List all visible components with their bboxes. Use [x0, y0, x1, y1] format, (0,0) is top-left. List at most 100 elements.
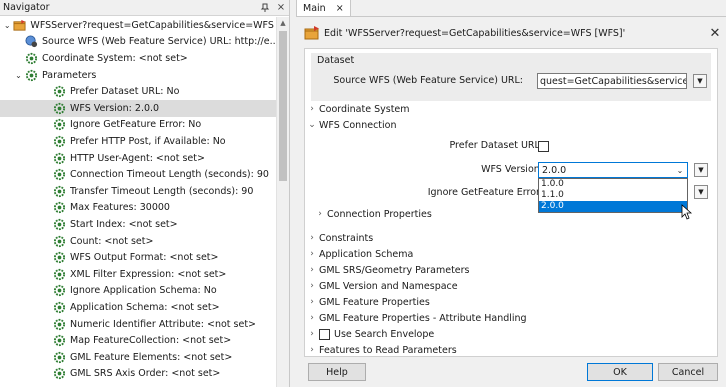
- chevron-right-icon: ›: [310, 345, 314, 355]
- wfs-version-select[interactable]: 2.0.0 ⌄: [538, 162, 688, 178]
- tree-item-param[interactable]: Transfer Timeout Length (seconds): 90: [0, 183, 276, 200]
- chevron-down-icon[interactable]: ⌄: [13, 71, 24, 80]
- chevron-down-icon[interactable]: ⌄: [2, 21, 12, 30]
- section-gml-version-namespace[interactable]: › GML Version and Namespace: [305, 278, 717, 294]
- gear-icon: [52, 367, 66, 381]
- tree-item-source-url[interactable]: Source WFS (Web Feature Service) URL: ht…: [0, 34, 276, 51]
- tab-main[interactable]: Main ×: [296, 0, 351, 16]
- dataset-section: Dataset Source WFS (Web Feature Service)…: [311, 53, 711, 101]
- ignore-getfeature-label: Ignore GetFeature Error:: [427, 187, 543, 198]
- close-icon[interactable]: ⨯: [273, 0, 289, 16]
- wfs-version-value: 2.0.0: [542, 164, 567, 176]
- tree-item-param[interactable]: Numeric Identifier Attribute: <not set>: [0, 316, 276, 333]
- tree-item-param[interactable]: Start Index: <not set>: [0, 216, 276, 233]
- section-use-search-envelope[interactable]: › Use Search Envelope: [305, 326, 717, 342]
- tree-item-coordinate-system[interactable]: Coordinate System: <not set>: [0, 50, 276, 67]
- tree-item-param[interactable]: HTTP User-Agent: <not set>: [0, 150, 276, 167]
- gear-icon: [52, 251, 66, 265]
- dialog-close-icon[interactable]: ✕: [704, 26, 726, 41]
- gear-icon: [52, 300, 66, 314]
- tree-item-param[interactable]: Prefer Dataset URL: No: [0, 83, 276, 100]
- gear-icon: [52, 317, 66, 331]
- tree-item-label: Application Schema: <not set>: [70, 301, 220, 313]
- tree-item-param[interactable]: GML SRS Axis Order: <not set>: [0, 366, 276, 383]
- cancel-button[interactable]: Cancel: [658, 363, 718, 381]
- section-application-schema[interactable]: › Application Schema: [305, 246, 717, 262]
- tree-item-param[interactable]: Ignore GetFeature Error: No: [0, 117, 276, 134]
- help-button[interactable]: Help: [308, 363, 366, 381]
- section-label: GML Feature Properties - Attribute Handl…: [319, 312, 527, 324]
- tree-item-label: Coordinate System: <not set>: [42, 52, 188, 64]
- dialog-titlebar: Edit 'WFSServer?request=GetCapabilities&…: [296, 20, 726, 46]
- tree-item-param[interactable]: Ignore Application Schema: No: [0, 283, 276, 300]
- wfs-version-menu-button[interactable]: ▼: [694, 163, 708, 177]
- tree-item-parameters[interactable]: ⌄ Parameters: [0, 67, 276, 84]
- tree-item-param[interactable]: Connection Timeout Length (seconds): 90: [0, 166, 276, 183]
- gear-icon: [52, 134, 66, 148]
- navigator-scrollbar[interactable]: ▲: [276, 17, 289, 387]
- section-label: WFS Connection: [319, 119, 397, 131]
- section-gml-srs-geometry[interactable]: › GML SRS/Geometry Parameters: [305, 262, 717, 278]
- wfs-reader-icon: [304, 25, 320, 41]
- tree-item-label: Ignore Application Schema: No: [70, 285, 217, 297]
- section-label: GML Version and Namespace: [319, 280, 458, 292]
- tree-item-param[interactable]: Map FeatureCollection: <not set>: [0, 332, 276, 349]
- gear-icon: [52, 85, 66, 99]
- section-gml-feature-properties[interactable]: › GML Feature Properties: [305, 294, 717, 310]
- source-url-label: Source WFS (Web Feature Service) URL:: [333, 75, 523, 86]
- use-search-envelope-checkbox[interactable]: [319, 328, 330, 340]
- section-label: GML SRS/Geometry Parameters: [319, 264, 470, 276]
- tree-item-param[interactable]: Max Features: 30000: [0, 200, 276, 217]
- section-features-to-read[interactable]: › Features to Read Parameters: [305, 342, 717, 356]
- section-gml-attribute-handling[interactable]: › GML Feature Properties - Attribute Han…: [305, 310, 717, 326]
- chevron-down-icon: ⌄: [676, 165, 684, 175]
- tree-item-param[interactable]: Application Schema: <not set>: [0, 299, 276, 316]
- tree-item-param[interactable]: Prefer HTTP Post, if Available: No: [0, 133, 276, 150]
- tree-item-label: GML SRS Axis Order: <not set>: [70, 368, 221, 380]
- section-label: Features to Read Parameters: [319, 344, 457, 356]
- dropdown-option[interactable]: 1.1.0: [539, 190, 687, 201]
- tree-item-label: GML Feature Elements: <not set>: [70, 351, 233, 363]
- source-url-menu-button[interactable]: ▼: [693, 74, 707, 88]
- wfs-reader-icon: [12, 18, 26, 32]
- source-url-field[interactable]: quest=GetCapabilities&service=WFS: [537, 73, 687, 89]
- dropdown-option[interactable]: 1.0.0: [539, 179, 687, 190]
- tree-item-label: Transfer Timeout Length (seconds): 90: [70, 185, 254, 197]
- navigator-tree: ⌄ WFSServer?request=GetCapabilities&serv…: [0, 17, 276, 387]
- gear-icon: [24, 51, 38, 65]
- gear-icon: [52, 184, 66, 198]
- ok-button[interactable]: OK: [587, 363, 653, 381]
- gear-icon: [52, 168, 66, 182]
- chevron-right-icon: ›: [310, 297, 314, 307]
- section-constraints[interactable]: › Constraints: [305, 230, 717, 246]
- tree-item-wfs-reader[interactable]: ⌄ WFSServer?request=GetCapabilities&serv…: [0, 17, 276, 34]
- tree-item-label: Count: <not set>: [70, 235, 154, 247]
- tree-item-label: WFS Version: 2.0.0: [70, 102, 160, 114]
- tab-close-icon[interactable]: ×: [336, 3, 344, 14]
- gear-icon: [24, 68, 38, 82]
- tree-item-label: Prefer HTTP Post, if Available: No: [70, 135, 226, 147]
- ignore-getfeature-menu-button[interactable]: ▼: [694, 185, 708, 199]
- scroll-up-icon[interactable]: ▲: [277, 17, 289, 29]
- tree-item-param[interactable]: Count: <not set>: [0, 233, 276, 250]
- prefer-dataset-url-checkbox[interactable]: [538, 141, 549, 152]
- gear-icon: [52, 234, 66, 248]
- section-label: Coordinate System: [319, 103, 410, 115]
- tree-item-label: Parameters: [42, 69, 97, 81]
- tree-item-param[interactable]: WFS Output Format: <not set>: [0, 249, 276, 266]
- tree-item-label: Connection Timeout Length (seconds): 90: [70, 169, 269, 181]
- section-wfs-connection[interactable]: ⌄ WFS Connection: [305, 117, 717, 133]
- tree-item-param-selected[interactable]: WFS Version: 2.0.0: [0, 100, 276, 117]
- pin-icon[interactable]: [257, 0, 273, 16]
- tree-item-param[interactable]: XML Filter Expression: <not set>: [0, 266, 276, 283]
- tab-bar: Main ×: [296, 0, 726, 17]
- parameters-panel: Dataset Source WFS (Web Feature Service)…: [304, 48, 718, 357]
- gear-icon: [52, 118, 66, 132]
- wfs-version-label: WFS Version:: [481, 164, 543, 175]
- section-coordinate-system[interactable]: › Coordinate System: [305, 101, 717, 117]
- scrollbar-thumb[interactable]: [279, 31, 287, 181]
- tree-item-param[interactable]: GML Feature Elements: <not set>: [0, 349, 276, 366]
- main-editor: Main × Edit 'WFSServer?request=GetCapabi…: [296, 0, 726, 387]
- section-connection-properties[interactable]: › Connection Properties: [305, 206, 717, 222]
- navigator-pane: Navigator ⨯ ⌄ WFSServer?request=GetCapab…: [0, 0, 290, 387]
